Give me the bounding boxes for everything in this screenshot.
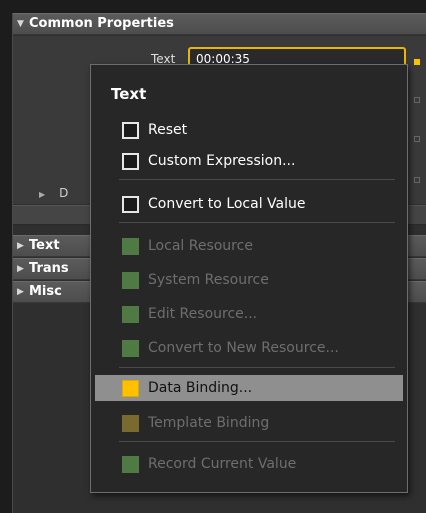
menu-item-label: Local Resource <box>148 238 253 254</box>
menu-item-label: Data Binding... <box>148 380 253 396</box>
binding-icon <box>122 380 139 397</box>
menu-item-convert-to-local-value[interactable]: Convert to Local Value <box>95 191 403 217</box>
section-label: Common Properties <box>29 16 174 31</box>
menu-item-template-binding[interactable]: Template Binding <box>95 410 403 436</box>
advanced-options-marker[interactable] <box>414 136 420 142</box>
menu-item-convert-to-new-resource[interactable]: Convert to New Resource... <box>95 335 403 361</box>
resource-icon <box>122 238 139 255</box>
advanced-options-marker-active[interactable] <box>414 59 420 65</box>
menu-item-label: Template Binding <box>148 415 270 431</box>
menu-item-label: Record Current Value <box>148 456 297 472</box>
menu-item-reset[interactable]: Reset <box>95 117 403 143</box>
expanded-arrow-icon[interactable]: ▼ <box>17 14 29 34</box>
menu-item-label: Custom Expression... <box>148 153 296 169</box>
advanced-options-context-menu: Text Reset Custom Expression... Convert … <box>90 64 408 493</box>
menu-separator <box>119 441 395 442</box>
collapsed-arrow-icon[interactable]: ▶ <box>17 282 29 302</box>
menu-separator <box>119 179 395 180</box>
collapsed-arrow-icon[interactable]: ▶ <box>17 236 29 256</box>
checkbox-icon <box>122 122 139 139</box>
menu-separator <box>119 367 395 368</box>
menu-title: Text <box>111 85 147 103</box>
checkbox-icon <box>122 196 139 213</box>
resource-icon <box>122 306 139 323</box>
section-label: Text <box>29 238 60 253</box>
menu-item-custom-expression[interactable]: Custom Expression... <box>95 148 403 174</box>
checkbox-icon <box>122 153 139 170</box>
menu-item-edit-resource[interactable]: Edit Resource... <box>95 301 403 327</box>
menu-item-label: Edit Resource... <box>148 306 258 322</box>
menu-item-label: Convert to New Resource... <box>148 340 339 356</box>
menu-item-system-resource[interactable]: System Resource <box>95 267 403 293</box>
resource-icon <box>122 340 139 357</box>
advanced-options-marker[interactable] <box>414 97 420 103</box>
menu-item-label: System Resource <box>148 272 269 288</box>
section-label: Misc <box>29 284 62 299</box>
menu-separator <box>119 222 395 223</box>
collapsed-arrow-icon[interactable]: ▶ <box>17 259 29 279</box>
resource-icon <box>122 456 139 473</box>
section-label: Trans <box>29 261 69 276</box>
menu-item-record-current-value[interactable]: Record Current Value <box>95 451 403 477</box>
binding-icon <box>122 415 139 432</box>
menu-item-local-resource[interactable]: Local Resource <box>95 233 403 259</box>
menu-item-data-binding[interactable]: Data Binding... <box>95 375 403 401</box>
section-common-properties[interactable]: ▼ Common Properties <box>13 13 426 35</box>
menu-item-label: Convert to Local Value <box>148 196 306 212</box>
collapsed-property-row[interactable]: ▶ D <box>39 186 68 200</box>
advanced-options-marker[interactable] <box>414 177 420 183</box>
resource-icon <box>122 272 139 289</box>
menu-item-label: Reset <box>148 122 188 138</box>
collapsed-arrow-icon: ▶ <box>39 190 46 199</box>
